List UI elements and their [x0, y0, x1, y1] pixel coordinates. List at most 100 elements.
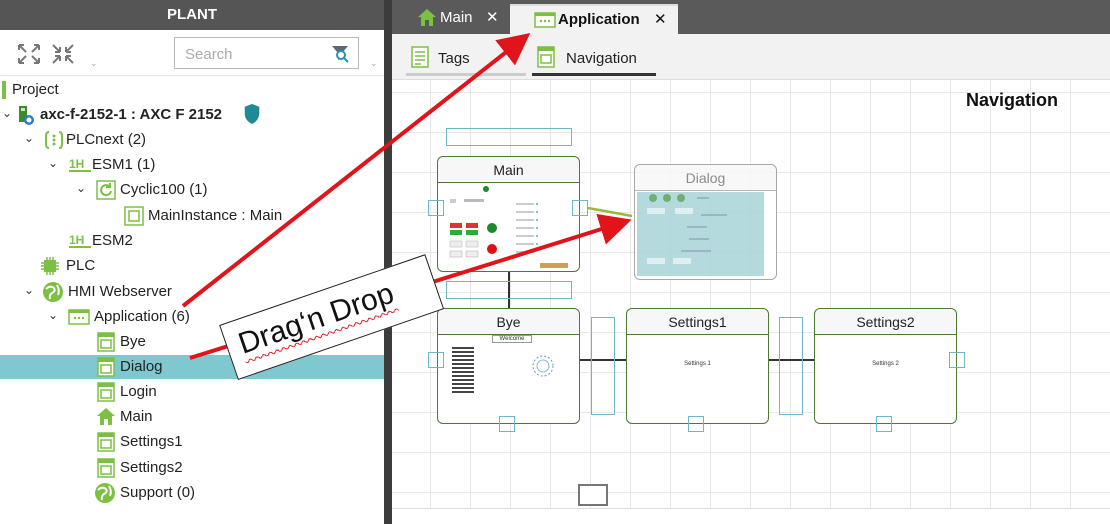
page-preview: [449, 186, 568, 268]
chevron-down-icon[interactable]: ⌄: [2, 106, 16, 120]
tree-item-label: axc-f-2152-1 : AXC F 2152: [40, 106, 223, 123]
chevron-down-icon[interactable]: ⌄: [24, 283, 38, 297]
connection-handle[interactable]: [572, 200, 588, 216]
tree-item-project[interactable]: Project: [0, 78, 384, 102]
page-icon: [97, 332, 115, 352]
tree-item-maininstance[interactable]: MainInstance : Main: [0, 204, 384, 228]
tree-item-esm2[interactable]: 1H ESM2: [0, 229, 384, 253]
tab-navigation[interactable]: Navigation: [532, 42, 656, 76]
tree-item-controller[interactable]: ⌄ axc-f-2152-1 : AXC F 2152: [0, 103, 384, 127]
tree-item-cyclic100[interactable]: ⌄ Cyclic100 (1): [0, 178, 384, 202]
chevron-down-icon[interactable]: ⌄: [24, 131, 38, 145]
page-preview: [647, 194, 727, 264]
close-icon[interactable]: ✕: [486, 5, 499, 31]
tab-underline: [406, 73, 526, 76]
page-card-title: Settings1: [627, 309, 768, 335]
close-icon[interactable]: ✕: [654, 7, 667, 33]
chevron-down-icon[interactable]: ⌄: [370, 58, 378, 69]
page-card-main[interactable]: Main: [437, 156, 580, 272]
tree-item-plcnext[interactable]: ⌄ PLCnext (2): [0, 128, 384, 152]
plcnext-icon: [44, 131, 64, 149]
tree-item-support[interactable]: Support (0): [0, 481, 384, 505]
tree-item-page-settings1[interactable]: Settings1: [0, 430, 384, 454]
page-card-title: Dialog: [635, 165, 776, 191]
chevron-down-icon[interactable]: ⌄: [48, 156, 62, 170]
home-icon: [97, 408, 115, 425]
svg-text:1H: 1H: [69, 157, 84, 171]
connection-handle[interactable]: [499, 416, 515, 432]
tree-item-label: HMI Webserver: [68, 283, 172, 300]
connection-handle[interactable]: [446, 281, 572, 299]
tree-item-label: Main: [120, 408, 153, 425]
tree-item-label: ESM1 (1): [92, 156, 156, 173]
chip-icon: [41, 257, 59, 275]
app-window: PLANT ⌄ Search ⌄ Project ⌄ axc-f-2152-1 …: [0, 0, 1110, 524]
connection-handle[interactable]: [779, 317, 803, 415]
collapse-all-icon[interactable]: [50, 42, 76, 66]
page-card-title: Bye: [438, 309, 579, 335]
page-card-settings1[interactable]: Settings1 Settings 1: [626, 308, 769, 424]
search-box[interactable]: [174, 37, 359, 69]
connection-handle[interactable]: [428, 200, 444, 216]
tree-item-label: Project: [12, 81, 59, 98]
navigation-page-icon: [537, 46, 555, 68]
tab-application[interactable]: Application ✕: [510, 4, 678, 34]
tree-item-page-settings2[interactable]: Settings2: [0, 456, 384, 480]
cyclic-task-icon: [96, 180, 116, 200]
svg-text:1H: 1H: [69, 233, 84, 247]
tab-underline: [532, 73, 656, 76]
chevron-down-icon[interactable]: ⌄: [90, 58, 98, 69]
tree-item-label: Login: [120, 383, 157, 400]
connection-line: [588, 206, 633, 218]
tab-main[interactable]: Main ✕: [412, 4, 512, 34]
page-preview: [452, 347, 474, 393]
tree-item-label: PLCnext (2): [66, 131, 147, 148]
tree-item-esm1[interactable]: ⌄ 1H ESM1 (1): [0, 153, 384, 177]
navigation-canvas[interactable]: Navigation Main Dialog Bye Welcome Setti…: [392, 80, 1110, 516]
tab-main-label: Main: [440, 9, 473, 26]
page-card-title: Main: [438, 157, 579, 183]
unassigned-page-handle[interactable]: [578, 484, 608, 506]
panel-splitter[interactable]: [384, 0, 392, 524]
welcome-label: Welcome: [492, 335, 532, 343]
connection-handle[interactable]: [591, 317, 615, 415]
connection-handle[interactable]: [949, 352, 965, 368]
search-input[interactable]: [185, 44, 325, 64]
page-icon: [97, 458, 115, 478]
page-card-dialog[interactable]: Dialog: [634, 164, 777, 280]
esm-icon: 1H: [69, 233, 91, 248]
filter-search-icon[interactable]: [330, 44, 350, 64]
application-icon: [68, 309, 90, 325]
tab-tags[interactable]: Tags: [406, 42, 526, 76]
globe-icon: [43, 282, 63, 302]
horizontal-scrollbar[interactable]: [392, 508, 1110, 516]
tree-item-page-main[interactable]: Main: [0, 405, 384, 429]
page-card-bye[interactable]: Bye Welcome: [437, 308, 580, 424]
controller-icon: [19, 106, 34, 125]
dialog-preview: [637, 192, 764, 276]
connection-handle[interactable]: [446, 128, 572, 146]
tab-tags-label: Tags: [438, 50, 470, 67]
chevron-down-icon[interactable]: ⌄: [76, 181, 90, 195]
editor-area: Main ✕ Application ✕ Tags Navigation Nav…: [392, 0, 1110, 524]
chevron-down-icon[interactable]: ⌄: [48, 308, 62, 322]
page-card-settings2[interactable]: Settings2 Settings 2: [814, 308, 957, 424]
connection-handle[interactable]: [428, 352, 444, 368]
document-tabbar: Main ✕ Application ✕: [392, 0, 1110, 34]
tree-item-plc[interactable]: PLC: [0, 254, 384, 278]
project-marker-icon: [2, 81, 6, 99]
plant-panel: PLANT ⌄ Search ⌄ Project ⌄ axc-f-2152-1 …: [0, 0, 384, 524]
gauge-icon: [532, 355, 554, 377]
tree-item-page-login[interactable]: Login: [0, 380, 384, 404]
esm-icon: 1H: [69, 157, 91, 172]
connection-handle[interactable]: [688, 416, 704, 432]
connection-handle[interactable]: [876, 416, 892, 432]
tree-item-label: Application (6): [94, 308, 190, 325]
tree-item-label: Settings1: [120, 433, 183, 450]
tree-item-label: PLC: [66, 257, 96, 274]
page-icon: [97, 382, 115, 402]
home-icon: [418, 9, 436, 26]
program-instance-icon: [124, 206, 144, 226]
tree-item-page-dialog[interactable]: Dialog: [0, 355, 384, 379]
expand-all-icon[interactable]: [16, 42, 42, 66]
